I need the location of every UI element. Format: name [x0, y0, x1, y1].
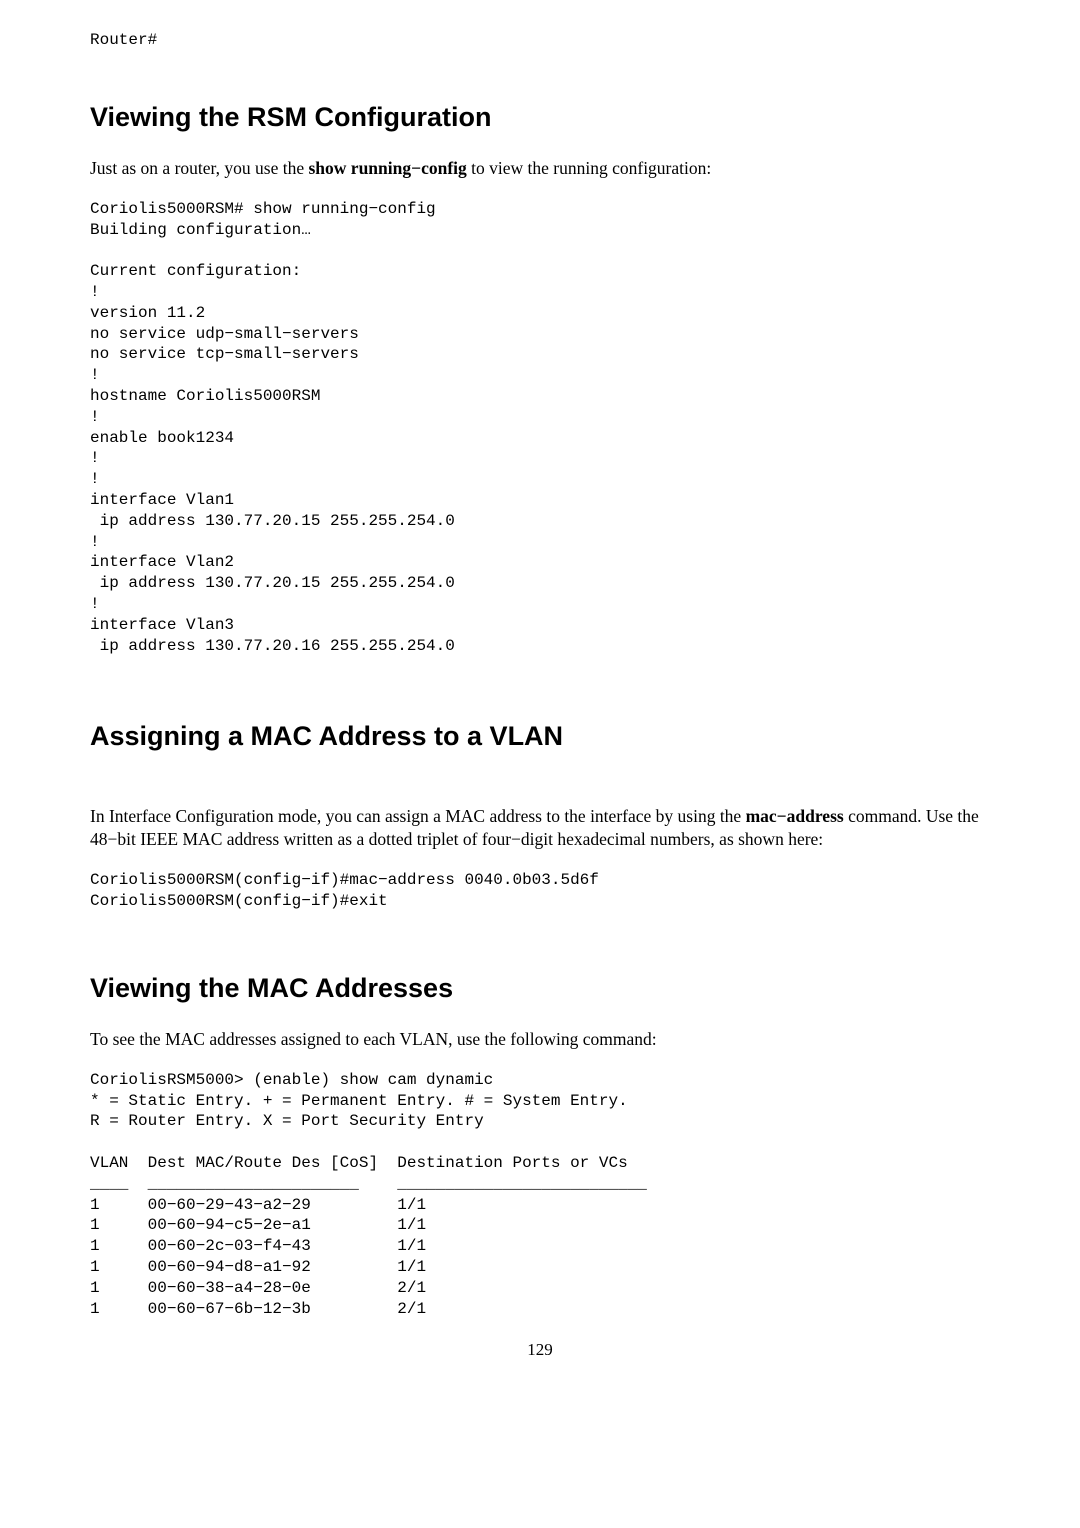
mac-para-before: In Interface Configuration mode, you can…	[90, 806, 746, 826]
top-code-line: Router#	[90, 30, 990, 51]
intro-text-after: to view the running configuration:	[467, 158, 711, 178]
para-mac-view-intro: To see the MAC addresses assigned to eac…	[90, 1028, 990, 1052]
page-number: 129	[90, 1339, 990, 1362]
heading-rsm-config: Viewing the RSM Configuration	[90, 99, 990, 135]
heading-mac-view: Viewing the MAC Addresses	[90, 970, 990, 1006]
code-mac-address: Coriolis5000RSM(config−if)#mac−address 0…	[90, 870, 990, 912]
mac-para-bold: mac−address	[746, 806, 844, 826]
heading-mac-assign: Assigning a MAC Address to a VLAN	[90, 718, 990, 754]
code-running-config: Coriolis5000RSM# show running−config Bui…	[90, 199, 990, 657]
para-rsm-intro: Just as on a router, you use the show ru…	[90, 157, 990, 181]
code-show-cam: CoriolisRSM5000> (enable) show cam dynam…	[90, 1070, 990, 1320]
para-mac-assign: In Interface Configuration mode, you can…	[90, 805, 990, 852]
intro-text-before: Just as on a router, you use the	[90, 158, 309, 178]
intro-bold-command: show running−config	[309, 158, 467, 178]
